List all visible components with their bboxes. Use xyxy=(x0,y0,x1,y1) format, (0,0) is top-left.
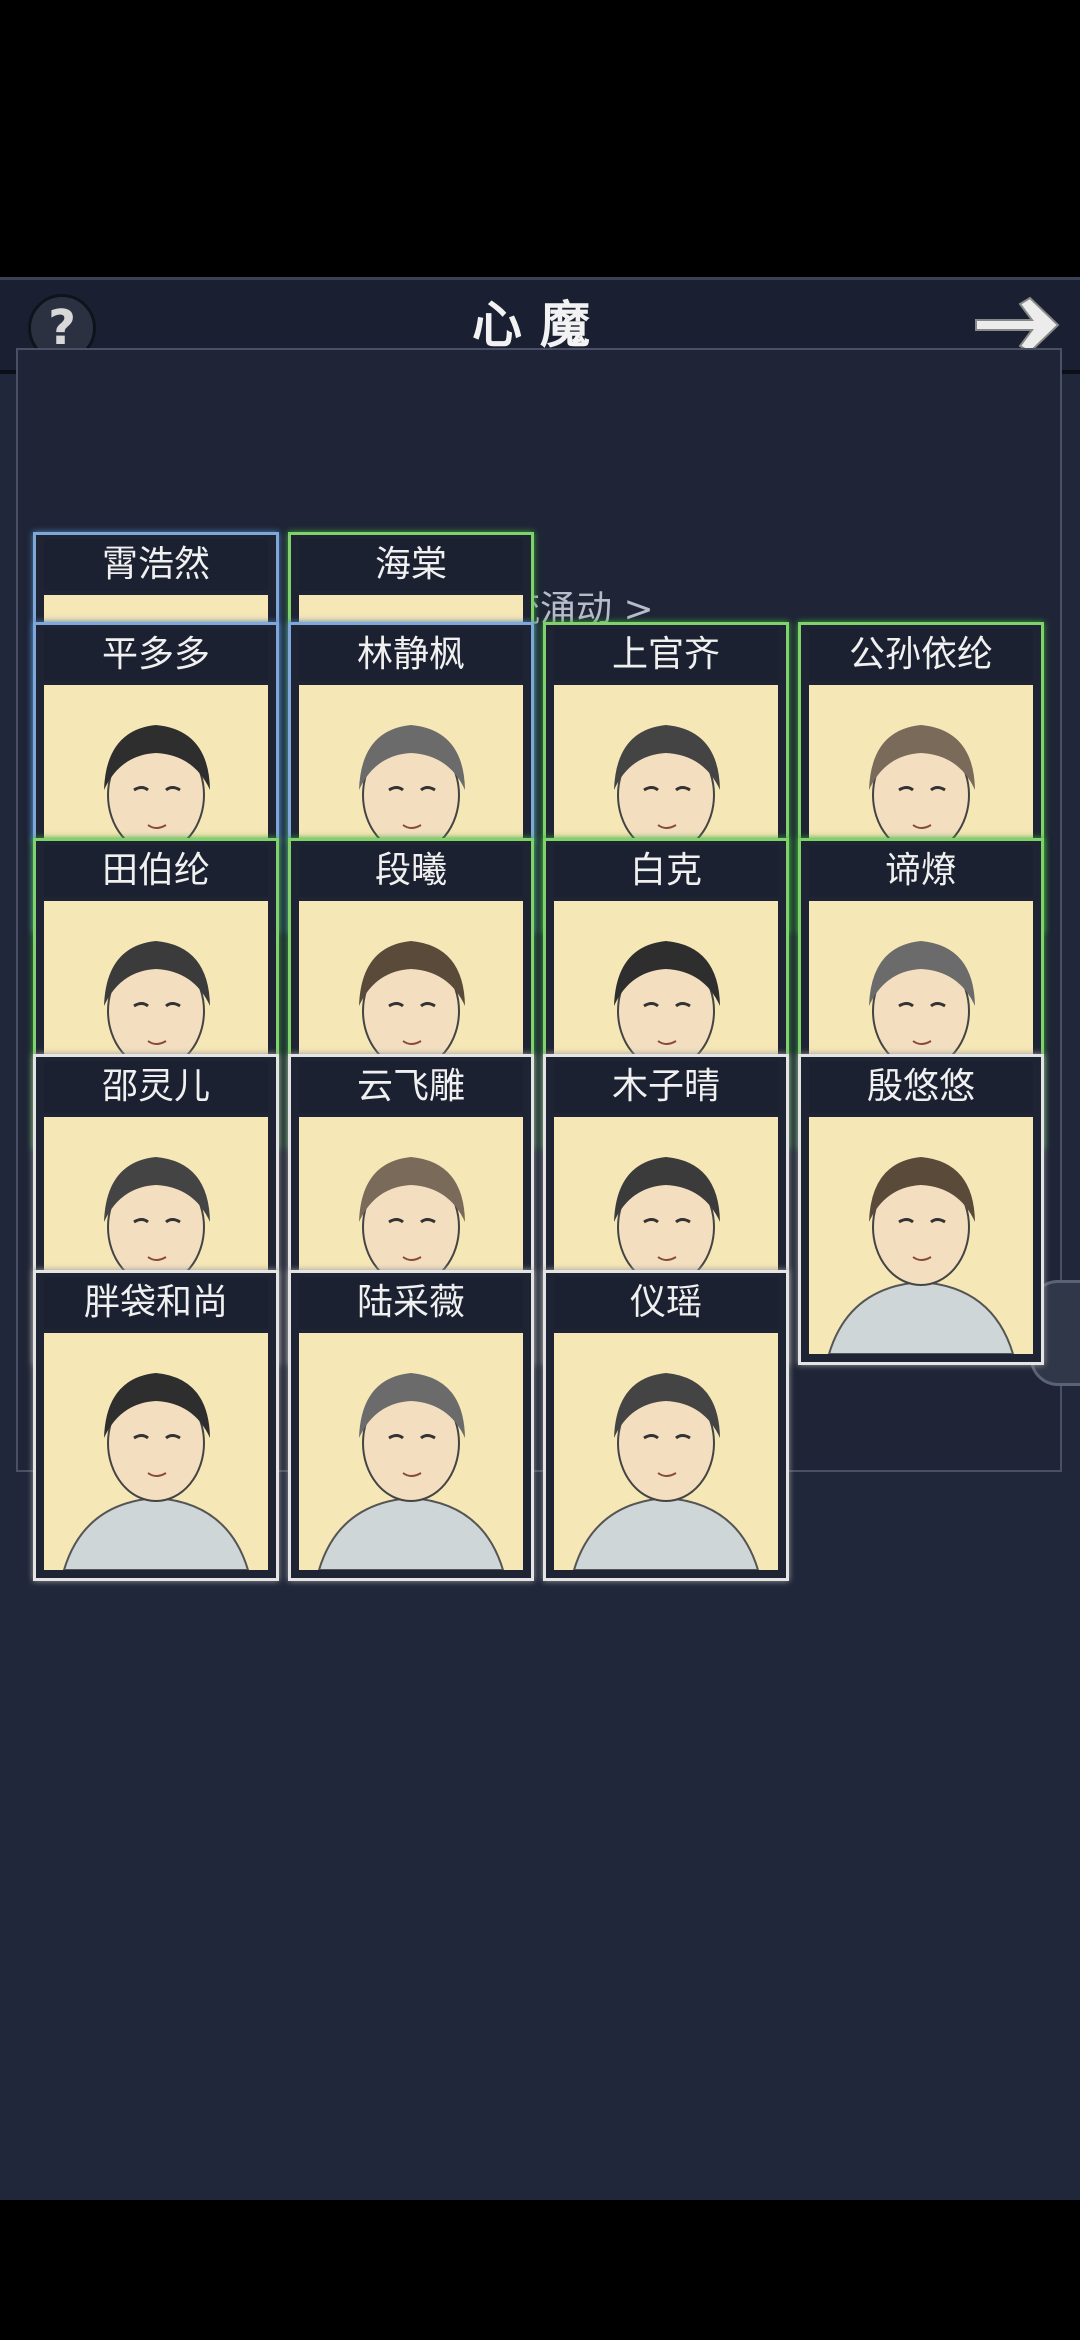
hero-name: 谛燎 xyxy=(809,845,1033,897)
hero-portrait xyxy=(44,1333,268,1570)
hero-name: 上官齐 xyxy=(554,629,778,681)
hero-name: 邵灵儿 xyxy=(44,1061,268,1113)
hero-name: 云飞雕 xyxy=(299,1061,523,1113)
hero-name: 公孙依纶 xyxy=(809,629,1033,681)
hero-name: 白克 xyxy=(554,845,778,897)
hero-card[interactable]: 仪瑶 xyxy=(546,1273,786,1578)
hero-portrait xyxy=(809,1117,1033,1354)
hero-card[interactable]: 殷悠悠 xyxy=(801,1057,1041,1362)
hero-name: 木子晴 xyxy=(554,1061,778,1113)
hero-name: 陆采薇 xyxy=(299,1277,523,1329)
hero-name: 林静枫 xyxy=(299,629,523,681)
hero-name: 殷悠悠 xyxy=(809,1061,1033,1113)
hero-name: 段曦 xyxy=(299,845,523,897)
hero-name: 仪瑶 xyxy=(554,1277,778,1329)
hero-card[interactable]: 胖袋和尚 xyxy=(36,1273,276,1578)
hero-portrait xyxy=(554,1333,778,1570)
hero-card[interactable]: 陆采薇 xyxy=(291,1273,531,1578)
portrait-art xyxy=(827,1157,1015,1354)
heart-demon-panel: ? 心魔 侠客 心境 < 暗流涌动 > 霄浩然 海棠 平多多 林静枫 xyxy=(0,277,1080,2200)
hero-name: 田伯纶 xyxy=(44,845,268,897)
portrait-art xyxy=(317,1373,505,1570)
hero-portrait xyxy=(299,1333,523,1570)
hero-name: 平多多 xyxy=(44,629,268,681)
hero-name: 胖袋和尚 xyxy=(44,1277,268,1329)
portrait-art xyxy=(62,1373,250,1570)
hero-name: 海棠 xyxy=(299,539,523,591)
portrait-art xyxy=(572,1373,760,1570)
hero-name: 霄浩然 xyxy=(44,539,268,591)
